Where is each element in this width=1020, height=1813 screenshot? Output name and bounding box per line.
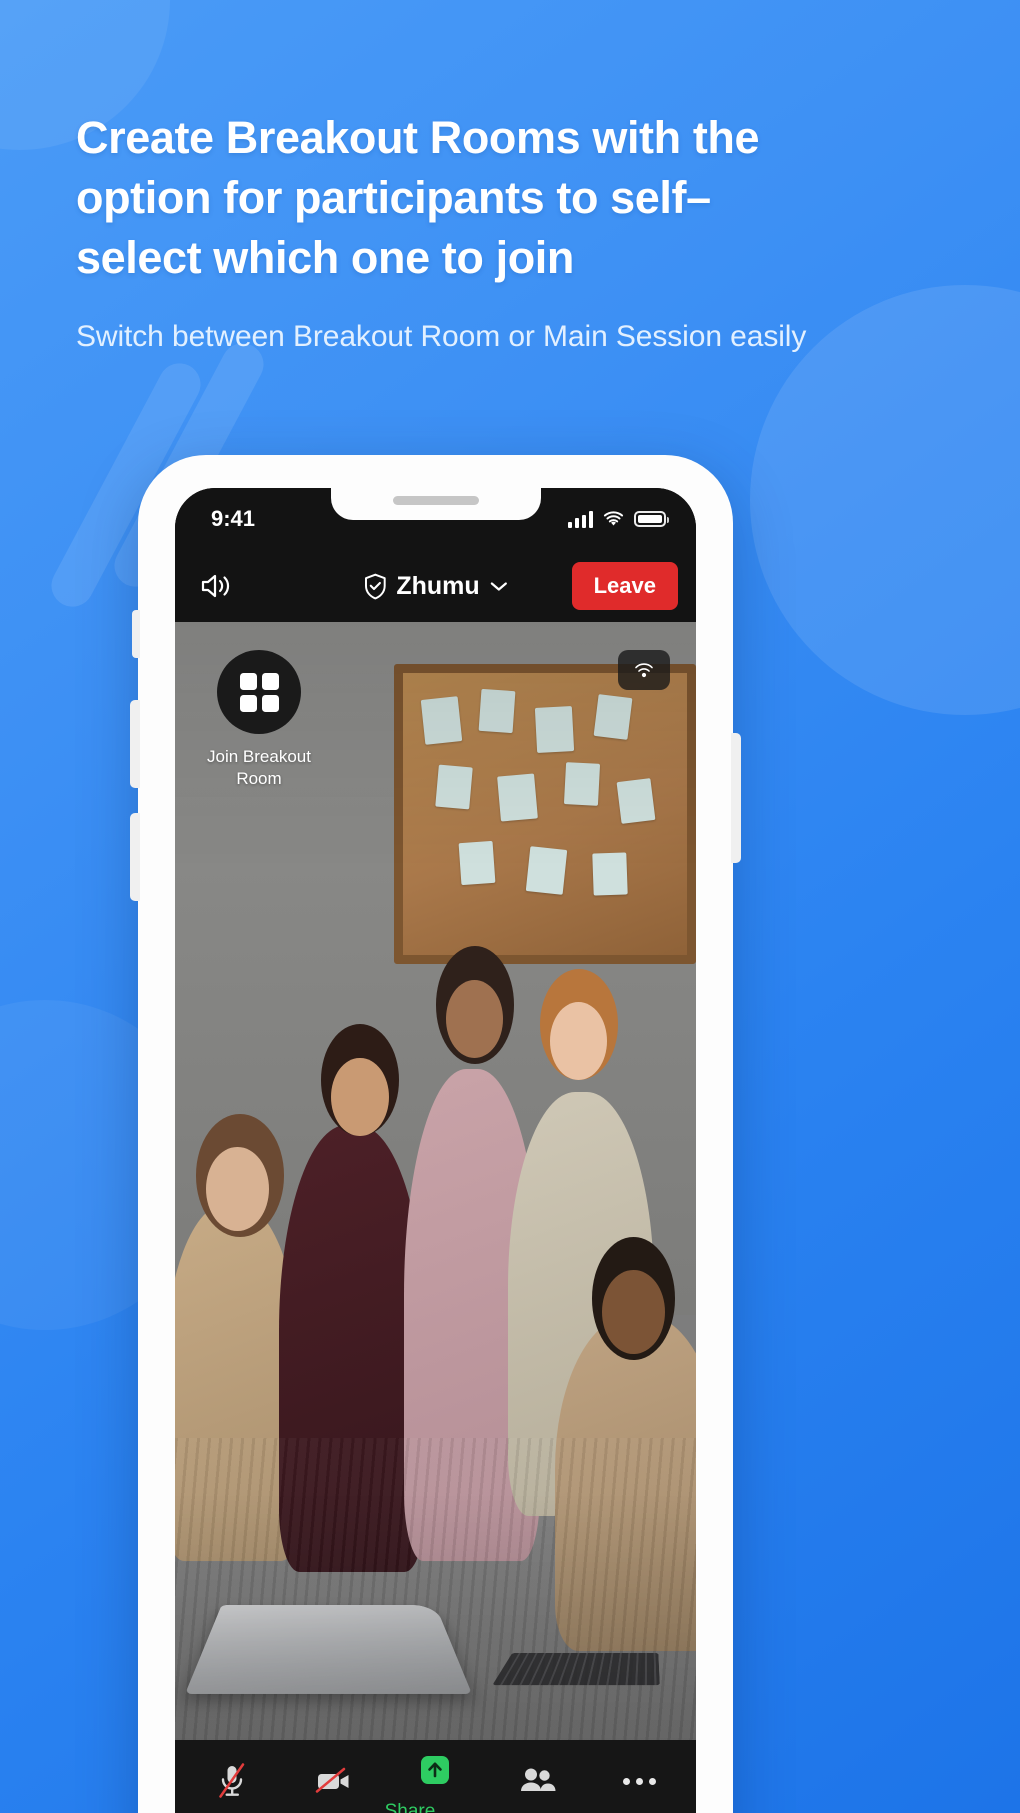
status-bar: 9:41 — [175, 488, 696, 550]
status-bar-time: 9:41 — [211, 506, 256, 531]
toolbar-label-share-content: Share Content — [384, 1801, 436, 1813]
microphone-muted-icon — [215, 1761, 249, 1801]
status-bar-indicators — [567, 510, 669, 528]
toolbar-item-more[interactable]: More — [588, 1761, 690, 1813]
network-signal-icon[interactable] — [618, 650, 670, 690]
join-breakout-room-label: Join Breakout Room — [207, 747, 311, 788]
toolbar-item-unmute[interactable]: Unmute — [181, 1761, 283, 1813]
phone-volume-up-button — [130, 700, 140, 788]
phone-volume-down-button — [130, 813, 140, 901]
share-screen-icon — [418, 1750, 452, 1790]
page-title: Create Breakout Rooms with the option fo… — [76, 112, 760, 283]
phone-mockup: 9:41 Zhumu Leave Join Breakout Room Shar… — [130, 455, 741, 1813]
phone-screen: 9:41 Zhumu Leave Join Breakout Room Shar… — [175, 488, 696, 1813]
meeting-nav-bar: Zhumu Leave — [175, 550, 696, 622]
breakout-button-circle — [217, 650, 301, 734]
chevron-down-icon — [490, 582, 507, 591]
video-camera-off-icon — [314, 1761, 354, 1801]
phone-mute-switch — [132, 610, 140, 658]
leave-meeting-button[interactable]: Leave — [571, 562, 678, 610]
toolbar-item-start-video[interactable]: Start Video — [283, 1761, 385, 1813]
participants-icon — [516, 1761, 558, 1801]
meeting-toolbar: Unmute Start Video — [175, 1740, 696, 1813]
meeting-title-dropdown[interactable]: Zhumu — [362, 572, 508, 601]
speaker-icon[interactable] — [199, 571, 233, 601]
promo-copy: Create Breakout Rooms with the option fo… — [76, 108, 816, 360]
phone-power-button — [731, 733, 741, 863]
meeting-video-area[interactable]: Join Breakout Room — [175, 622, 696, 1740]
page-subtitle: Switch between Breakout Room or Main Ses… — [76, 320, 807, 353]
shield-check-icon — [364, 573, 386, 599]
join-breakout-room-button[interactable]: Join Breakout Room — [205, 650, 313, 790]
more-dots-icon — [622, 1761, 656, 1801]
meeting-title-label: Zhumu — [396, 571, 480, 600]
grid-2x2-icon — [239, 672, 279, 712]
phone-notch — [330, 488, 541, 520]
wifi-icon — [603, 510, 624, 526]
earpiece-speaker-grille — [392, 495, 479, 505]
cellular-signal-icon — [567, 510, 593, 528]
toolbar-item-share-content[interactable]: Share Content — [385, 1750, 487, 1813]
toolbar-item-participants[interactable]: Participants — [486, 1761, 588, 1813]
battery-icon — [634, 511, 669, 527]
